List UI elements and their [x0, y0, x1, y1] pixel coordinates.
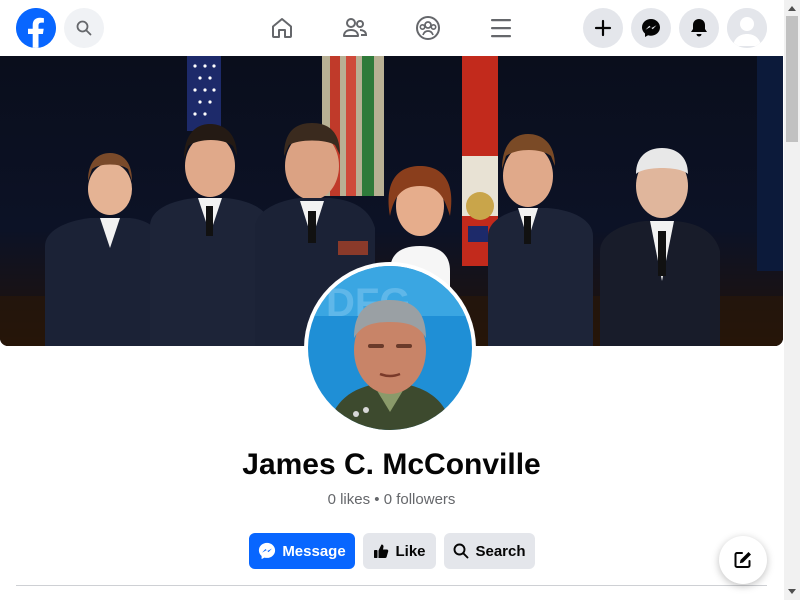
- search-button[interactable]: [64, 8, 104, 48]
- default-avatar-icon: [727, 8, 767, 48]
- stats-separator: •: [370, 491, 384, 508]
- scroll-down-arrow[interactable]: [784, 584, 800, 600]
- friends-icon: [343, 18, 368, 37]
- nav-groups[interactable]: [412, 12, 444, 44]
- home-icon: [272, 18, 292, 38]
- page-stats: 0 likes • 0 followers: [0, 491, 783, 508]
- page-title: James C. McConville: [242, 448, 541, 481]
- like-button-label: Like: [395, 542, 426, 560]
- facebook-f-icon: [16, 8, 56, 48]
- profile-picture[interactable]: DFG: [304, 262, 476, 434]
- facebook-logo[interactable]: [16, 8, 56, 48]
- caret-up-icon: [788, 6, 796, 11]
- search-button-label: Search: [475, 542, 526, 560]
- profile-photo-image: DFG: [308, 266, 472, 430]
- section-divider: [16, 585, 767, 586]
- top-navigation-bar: [0, 0, 784, 56]
- caret-down-icon: [788, 589, 796, 594]
- nav-home[interactable]: [266, 12, 298, 44]
- scroll-up-arrow[interactable]: [784, 0, 800, 16]
- search-icon: [454, 543, 469, 559]
- account-avatar[interactable]: [727, 8, 767, 48]
- search-page-button[interactable]: Search: [444, 533, 535, 569]
- search-icon: [76, 20, 92, 36]
- likes-count[interactable]: 0 likes: [328, 491, 371, 508]
- nav-friends[interactable]: [339, 12, 371, 44]
- scrollbar-thumb[interactable]: [786, 16, 798, 142]
- groups-icon: [416, 16, 440, 40]
- bell-icon: [691, 19, 707, 37]
- messenger-button[interactable]: [631, 8, 671, 48]
- like-button[interactable]: Like: [363, 533, 436, 569]
- new-message-button[interactable]: [719, 536, 767, 584]
- nav-menu[interactable]: [485, 12, 517, 44]
- messenger-icon: [642, 19, 660, 37]
- messenger-icon: [259, 542, 276, 560]
- followers-count[interactable]: 0 followers: [384, 491, 456, 508]
- menu-icon: [491, 19, 511, 38]
- compose-icon: [734, 552, 751, 568]
- notifications-button[interactable]: [679, 8, 719, 48]
- message-button-label: Message: [282, 542, 346, 560]
- plus-icon: [594, 19, 612, 37]
- message-button[interactable]: Message: [249, 533, 355, 569]
- thumbs-up-icon: [374, 544, 389, 558]
- create-button[interactable]: [583, 8, 623, 48]
